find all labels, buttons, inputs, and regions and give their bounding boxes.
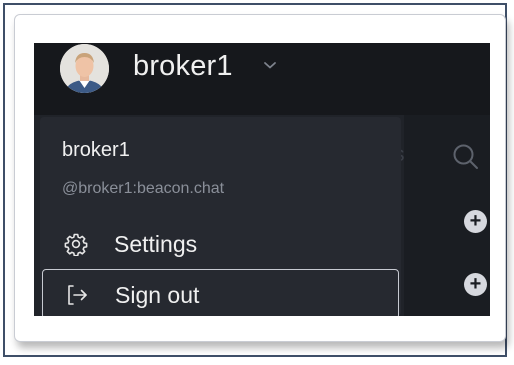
add-button[interactable]: + (464, 210, 487, 233)
sign-out-label: Sign out (115, 282, 200, 308)
sign-out-icon (68, 285, 87, 305)
header-username[interactable]: broker1 (133, 50, 233, 83)
sign-out-menu-item[interactable]: Sign out (42, 269, 399, 316)
settings-menu-item[interactable]: Settings (42, 222, 399, 268)
chevron-down-icon[interactable] (263, 60, 277, 70)
settings-label: Settings (114, 231, 198, 257)
app-window: broker1 s + + broker1 @broker1:beacon.ch… (34, 43, 490, 316)
menu-display-name: broker1 (62, 139, 130, 161)
menu-user-id: @broker1:beacon.chat (62, 180, 225, 197)
avatar[interactable] (60, 44, 109, 93)
add-button[interactable]: + (464, 273, 487, 296)
user-header[interactable]: broker1 (34, 43, 490, 115)
gear-icon (64, 233, 88, 256)
search-icon[interactable] (452, 143, 480, 171)
